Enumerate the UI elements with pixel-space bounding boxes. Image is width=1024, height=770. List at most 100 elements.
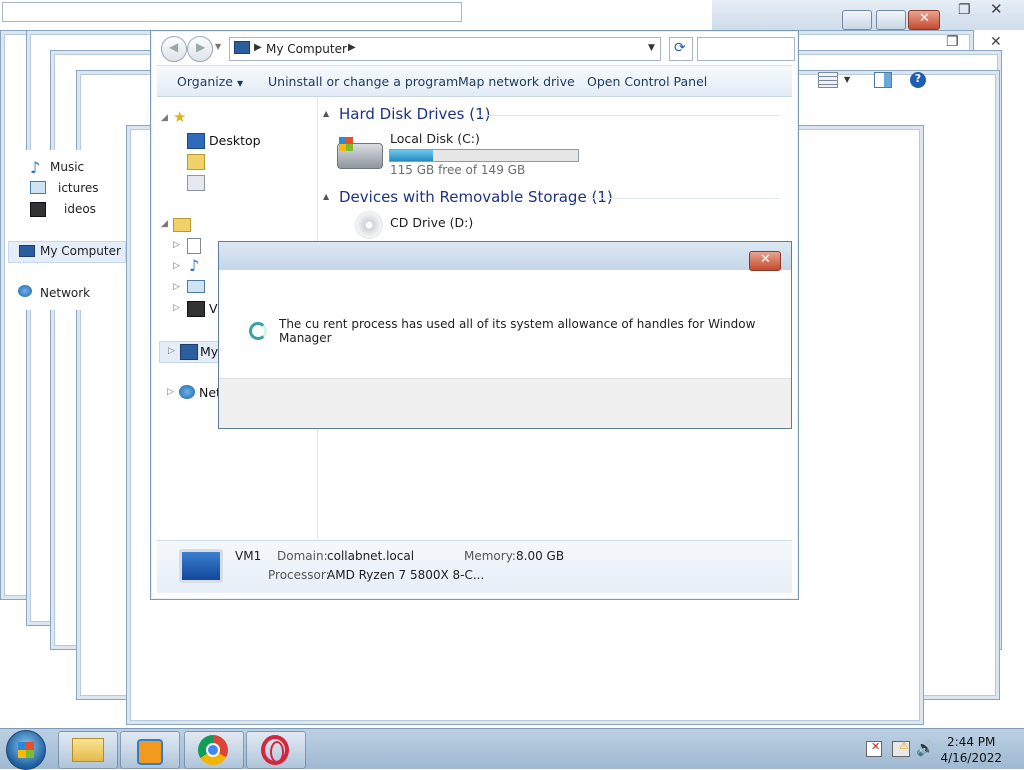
dialog-message: The cu rent process has used all of its …: [279, 317, 756, 345]
back-button[interactable]: ◀: [161, 36, 187, 62]
refresh-button[interactable]: ⟳: [669, 37, 693, 61]
dialog-footer: [219, 378, 791, 428]
processor-value: AMD Ryzen 7 5800X 8-C...: [327, 568, 485, 582]
map-network-drive-button[interactable]: Map network drive: [458, 74, 575, 89]
network-icon: [18, 285, 32, 297]
memory-label: Memory:: [464, 549, 516, 563]
hard-disk-group-header[interactable]: Hard Disk Drives (1): [339, 105, 490, 123]
forward-arrow-icon: ▶: [196, 40, 206, 54]
view-options-icon[interactable]: [818, 72, 838, 88]
restore-icon[interactable]: ❐: [958, 2, 971, 18]
computer-icon: [179, 549, 223, 583]
taskbar-media-player[interactable]: [120, 731, 180, 769]
address-row: ◀ ▶ ▼ ▶ My Computer ▶ ▼ ⟳: [157, 33, 795, 63]
taskbar-clock[interactable]: 2:44 PM 4/16/2022: [940, 734, 1002, 766]
error-dialog: ✕ The cu rent process has used all of it…: [218, 241, 792, 429]
folder-icon: [72, 738, 104, 762]
nav-recent-places[interactable]: [157, 173, 307, 193]
downloads-icon: [187, 154, 205, 170]
search-input[interactable]: [697, 37, 795, 61]
collapse-arrow-icon[interactable]: ◢: [161, 113, 168, 123]
restore-icon[interactable]: ❐: [946, 34, 959, 50]
address-bar[interactable]: ▶ My Computer ▶ ▼: [229, 37, 661, 61]
breadcrumb-my-computer[interactable]: My Computer: [266, 42, 347, 56]
pictures-icon: [187, 280, 205, 293]
preview-pane-icon[interactable]: [874, 72, 892, 88]
breadcrumb-chevron-icon[interactable]: ▶: [348, 42, 356, 53]
computer-icon: [180, 344, 198, 360]
film-icon: [187, 301, 205, 317]
back-arrow-icon: ◀: [169, 40, 179, 54]
ghost-pictures-label[interactable]: ictures: [58, 181, 99, 195]
nav-libraries[interactable]: ◢: [157, 215, 307, 235]
ghost-address-bar: [2, 2, 462, 22]
group-collapse-icon[interactable]: ▲: [323, 109, 329, 118]
address-dropdown-icon[interactable]: ▼: [648, 43, 655, 53]
clock-time: 2:44 PM: [947, 735, 996, 749]
recent-pages-chevron-icon[interactable]: ▼: [215, 42, 221, 51]
details-pane: VM1 Domain: collabnet.local Memory: 8.00…: [157, 540, 792, 593]
start-button[interactable]: [6, 730, 46, 770]
action-center-icon[interactable]: ✕: [866, 740, 882, 757]
disk-usage-fill: [390, 150, 434, 161]
clock-date: 4/16/2022: [940, 751, 1002, 765]
collapse-arrow-icon[interactable]: ◢: [161, 219, 168, 229]
expand-arrow-icon[interactable]: ▷: [173, 303, 180, 313]
cd-drive-name: CD Drive (D:): [390, 215, 474, 230]
desktop-icon: [187, 133, 205, 149]
expand-arrow-icon[interactable]: ▷: [167, 387, 174, 397]
domain-label: Domain:: [277, 549, 328, 563]
close-icon[interactable]: ✕: [990, 34, 1002, 50]
help-icon[interactable]: ?: [910, 72, 926, 88]
close-button[interactable]: ✕: [908, 10, 940, 30]
memory-value: 8.00 GB: [516, 549, 565, 563]
taskbar-explorer[interactable]: [58, 731, 118, 769]
local-disk-item[interactable]: Local Disk (C:) 115 GB free of 149 GB: [335, 131, 585, 181]
cd-icon: [355, 211, 383, 239]
nav-downloads[interactable]: [157, 152, 307, 172]
organize-button[interactable]: Organize ▼: [177, 74, 243, 89]
chevron-down-icon[interactable]: ▼: [844, 75, 850, 84]
group-collapse-icon[interactable]: ▲: [323, 192, 329, 201]
minimize-button[interactable]: [842, 10, 872, 30]
domain-value: collabnet.local: [327, 549, 415, 563]
close-icon[interactable]: ✕: [990, 0, 1003, 18]
taskbar-opera[interactable]: [246, 731, 306, 769]
expand-arrow-icon[interactable]: ▷: [173, 261, 180, 271]
recent-places-icon: [187, 175, 205, 191]
expand-arrow-icon[interactable]: ▷: [173, 282, 180, 292]
ghost-window-1: [0, 0, 710, 30]
windows-logo-icon: [18, 742, 34, 758]
ghost-my-computer-row[interactable]: My Computer: [8, 241, 126, 263]
maximize-button[interactable]: [876, 10, 906, 30]
nav-favorites[interactable]: ◢ ★: [157, 108, 307, 129]
expand-arrow-icon[interactable]: ▷: [168, 346, 175, 356]
local-disk-name: Local Disk (C:): [390, 131, 480, 146]
opera-inner: [270, 741, 284, 763]
nav-desktop[interactable]: Desktop: [157, 131, 307, 151]
network-tray-icon[interactable]: ⚠: [892, 739, 910, 757]
removable-group-header[interactable]: Devices with Removable Storage (1): [339, 188, 613, 206]
film-icon: [30, 202, 46, 217]
forward-button[interactable]: ▶: [187, 36, 213, 62]
command-bar: Organize ▼ Uninstall or change a program…: [157, 65, 792, 97]
expand-arrow-icon[interactable]: ▷: [173, 240, 180, 250]
open-control-panel-button[interactable]: Open Control Panel: [587, 74, 707, 89]
dialog-close-button[interactable]: ✕: [749, 251, 781, 271]
chevron-down-icon: ▼: [236, 79, 244, 88]
chrome-icon: [198, 735, 228, 765]
volume-icon[interactable]: 🔊: [916, 739, 935, 757]
group-divider: [479, 115, 779, 116]
cd-drive-item[interactable]: CD Drive (D:): [335, 211, 585, 241]
dialog-titlebar[interactable]: [219, 242, 791, 270]
ghost-videos-label[interactable]: ideos: [64, 202, 96, 216]
ghost-music-label[interactable]: Music: [50, 160, 84, 174]
uninstall-program-button[interactable]: Uninstall or change a program: [268, 74, 458, 89]
ghost-network-label[interactable]: Network: [40, 286, 90, 300]
breadcrumb-chevron-icon[interactable]: ▶: [254, 42, 262, 53]
taskbar-chrome[interactable]: [184, 731, 244, 769]
opera-icon: [261, 735, 289, 765]
flag-alert-icon: ✕: [871, 740, 881, 753]
documents-icon: [187, 238, 201, 254]
nav-desktop-label: Desktop: [209, 133, 261, 148]
